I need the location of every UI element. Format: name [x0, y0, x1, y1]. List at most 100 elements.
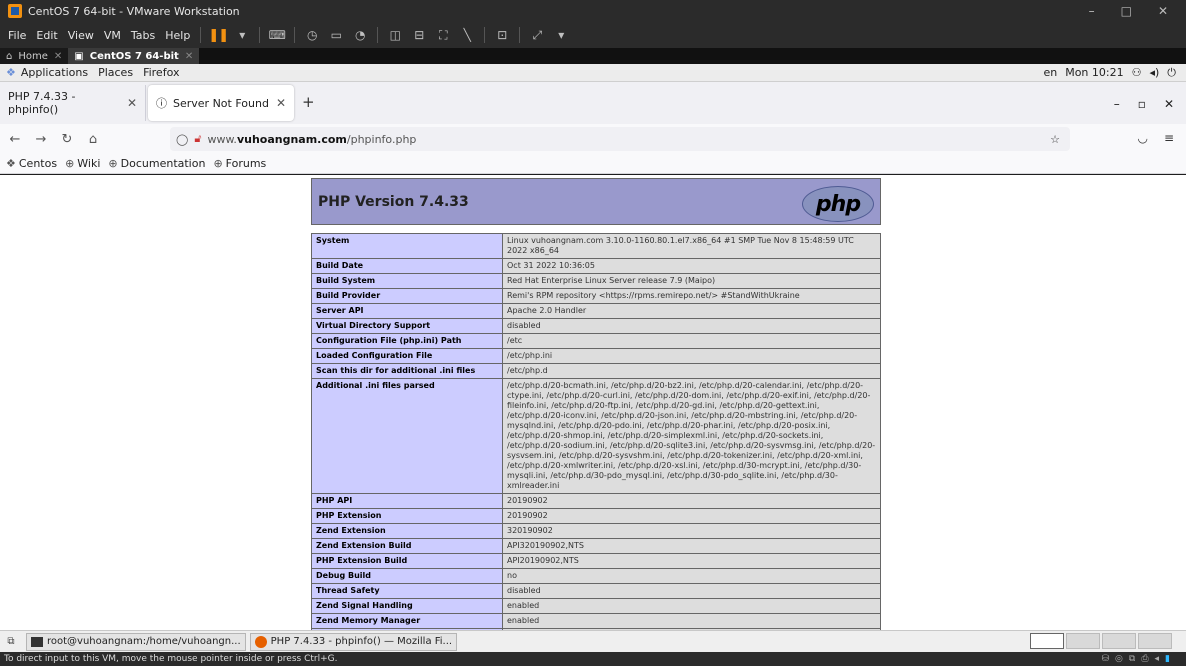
task-firefox[interactable]: PHP 7.4.33 - phpinfo() — Mozilla Fi...	[249, 632, 458, 651]
pocket-icon[interactable]: ◡	[1137, 131, 1147, 145]
globe-icon: ⊕	[213, 157, 223, 170]
workspace-1[interactable]	[1030, 633, 1064, 649]
power-dropdown-icon[interactable]: ▾	[234, 27, 250, 43]
workspace-2[interactable]	[1066, 633, 1100, 649]
row-value: Remi's RPM repository <https://rpms.remi…	[502, 288, 881, 304]
close-icon[interactable]: ✕	[1164, 97, 1174, 111]
tab-server-not-found[interactable]: ⓘ Server Not Found ✕	[148, 85, 294, 121]
reload-icon[interactable]: ↻	[56, 132, 78, 147]
menu-view[interactable]: View	[63, 29, 99, 42]
snapshot-manager-icon[interactable]: ◔	[352, 27, 368, 43]
bookmark-centos[interactable]: ❖ Centos	[0, 157, 61, 170]
row-key: Debug Build	[311, 568, 503, 584]
workspace-4[interactable]	[1138, 633, 1172, 649]
table-row: Build Date Oct 31 2022 10:36:05	[311, 258, 881, 274]
menu-help[interactable]: Help	[160, 29, 195, 42]
row-value: disabled	[502, 583, 881, 599]
power-icon[interactable]: ⏻	[1167, 66, 1176, 80]
show-library-icon[interactable]: ◫	[387, 27, 403, 43]
minimize-icon[interactable]: –	[1089, 4, 1095, 18]
cd-icon[interactable]: ◎	[1115, 654, 1123, 664]
minimize-icon[interactable]: –	[1114, 97, 1120, 111]
stretch-dropdown-icon[interactable]: ▾	[553, 27, 569, 43]
input-language[interactable]: en	[1043, 66, 1057, 79]
vmware-window-title: CentOS 7 64-bit - VMware Workstation	[28, 4, 240, 18]
tab-home-label: Home	[18, 50, 48, 62]
bookmark-documentation[interactable]: ⊕ Documentation	[104, 157, 209, 170]
row-value: Linux vuhoangnam.com 3.10.0-1160.80.1.el…	[502, 233, 881, 259]
row-value: API20190902,NTS	[502, 553, 881, 569]
revert-snapshot-icon[interactable]: ▭	[328, 27, 344, 43]
volume-icon[interactable]: ◂)	[1149, 66, 1159, 79]
menu-applications[interactable]: Applications	[16, 66, 93, 79]
menu-file[interactable]: File	[0, 29, 31, 42]
back-icon[interactable]: ←	[4, 132, 26, 147]
maximize-icon[interactable]: □	[1121, 4, 1132, 18]
row-key: Zend Memory Manager	[311, 613, 503, 629]
bookmark-wiki[interactable]: ⊕ Wiki	[61, 157, 104, 170]
maximize-icon[interactable]: ▫	[1138, 97, 1146, 111]
network-adapter-icon[interactable]: ⧉	[1129, 654, 1135, 664]
bookmark-label: Forums	[225, 157, 267, 170]
workspace-3[interactable]	[1102, 633, 1136, 649]
gnome-status-area: en Mon 10:21 ⚇ ◂) ⏻	[1043, 66, 1176, 80]
vmware-window-controls: – □ ✕	[1089, 4, 1168, 18]
stretch-icon[interactable]: ⤢	[529, 27, 545, 43]
row-key: Loaded Configuration File	[311, 348, 503, 364]
bookmark-forums[interactable]: ⊕ Forums	[209, 157, 270, 170]
task-terminal[interactable]: root@vuhoangnam:/home/vuhoangn...	[26, 632, 246, 651]
forward-icon[interactable]: →	[30, 132, 52, 147]
pause-icon[interactable]: ❚❚	[208, 27, 229, 43]
menu-icon[interactable]: ≡	[1164, 131, 1174, 145]
url-text[interactable]: www.vuhoangnam.com/phpinfo.php	[207, 133, 416, 146]
menu-edit[interactable]: Edit	[31, 29, 62, 42]
tab-centos-label: CentOS 7 64-bit	[89, 50, 179, 62]
close-icon[interactable]: ✕	[1158, 4, 1168, 18]
row-key: Configuration File (php.ini) Path	[311, 333, 503, 349]
php-logo[interactable]: php	[802, 186, 874, 222]
console-view-icon[interactable]: ⊡	[494, 27, 510, 43]
lock-icon[interactable]: 🔓︎	[194, 132, 201, 146]
task-firefox-label: PHP 7.4.33 - phpinfo() — Mozilla Fi...	[270, 636, 453, 647]
full-screen-icon[interactable]: ⛶	[435, 27, 451, 43]
printer-icon[interactable]: ⎙	[1141, 654, 1148, 664]
star-icon[interactable]: ☆	[1050, 133, 1060, 146]
toolbar-separator	[294, 27, 296, 43]
nav-right-tools: ◡ ≡	[1137, 131, 1174, 145]
show-desktop-icon[interactable]: ⧉	[0, 636, 22, 647]
row-value: 20190902	[502, 493, 881, 509]
row-key: Virtual Directory Support	[311, 318, 503, 334]
table-row: Configuration File (php.ini) Path/etc	[311, 333, 881, 349]
gnome-taskbar: ⧉ root@vuhoangnam:/home/vuhoangn... PHP …	[0, 630, 1186, 652]
close-tab-icon[interactable]: ✕	[276, 96, 286, 110]
tab-server-not-found-title: Server Not Found	[173, 96, 269, 110]
close-tab-icon[interactable]: ✕	[54, 51, 62, 62]
hard-disk-icon[interactable]: ⛁	[1101, 654, 1109, 664]
message-icon[interactable]: ▮	[1165, 654, 1170, 664]
shield-icon[interactable]: ◯	[176, 133, 188, 146]
snapshot-icon[interactable]: ◷	[304, 27, 320, 43]
send-keys-icon[interactable]: ⌨	[269, 27, 286, 43]
network-icon[interactable]: ⚇	[1132, 66, 1142, 79]
clock[interactable]: Mon 10:21	[1065, 66, 1123, 79]
menu-vm[interactable]: VM	[99, 29, 126, 42]
table-row: Debug Build no	[311, 568, 881, 584]
close-tab-icon[interactable]: ✕	[127, 96, 137, 110]
close-tab-icon[interactable]: ✕	[185, 51, 193, 62]
menu-firefox[interactable]: Firefox	[138, 66, 184, 79]
menu-places[interactable]: Places	[93, 66, 138, 79]
phpinfo-table: System Linux vuhoangnam.com 3.10.0-1160.8…	[311, 233, 881, 630]
thumbnail-icon[interactable]: ⊟	[411, 27, 427, 43]
phpinfo-header: PHP Version 7.4.33 php	[311, 178, 881, 225]
sound-icon[interactable]: ◂	[1155, 654, 1160, 664]
unity-icon[interactable]: ╲	[459, 27, 475, 43]
tab-phpinfo[interactable]: PHP 7.4.33 - phpinfo() ✕	[0, 85, 146, 121]
vmware-status-bar: To direct input to this VM, move the mou…	[0, 652, 1186, 666]
url-bar[interactable]: ◯ 🔓︎ www.vuhoangnam.com/phpinfo.php ☆	[170, 127, 1070, 151]
tab-home[interactable]: ⌂ Home ✕	[0, 48, 69, 64]
vm-icon: ▣	[74, 50, 84, 62]
menu-tabs[interactable]: Tabs	[126, 29, 160, 42]
home-page-icon[interactable]: ⌂	[82, 132, 104, 147]
tab-centos[interactable]: ▣ CentOS 7 64-bit ✕	[68, 48, 200, 64]
new-tab-icon[interactable]: +	[302, 93, 315, 111]
